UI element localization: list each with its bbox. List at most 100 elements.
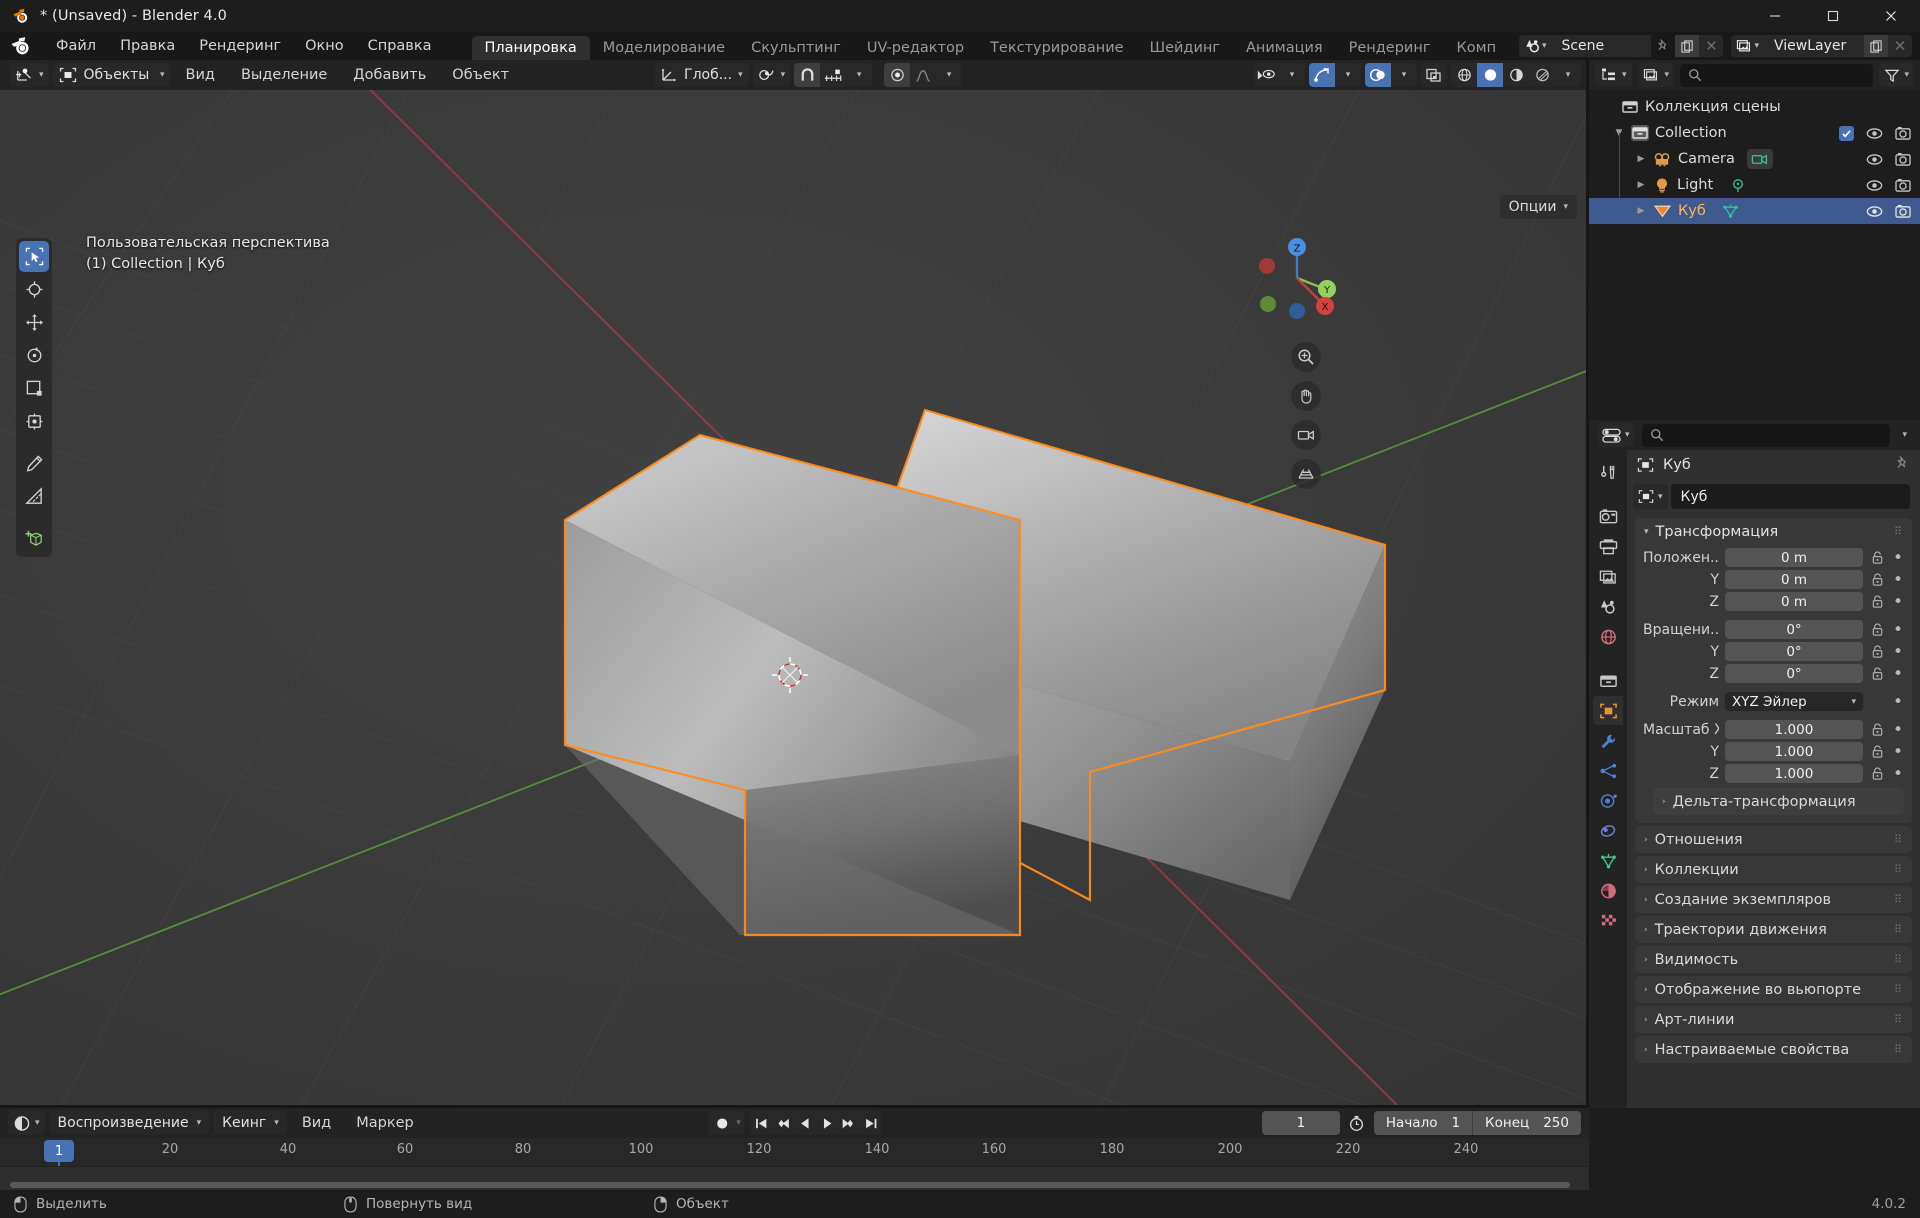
keying-dropdown[interactable]: Кеинг ▾ xyxy=(214,1111,287,1135)
end-frame-field[interactable]: Конец 250 xyxy=(1472,1111,1581,1135)
object-id-type-button[interactable]: ▾ xyxy=(1633,484,1668,509)
wireframe-shading-button[interactable] xyxy=(1451,63,1477,87)
outliner-row-scene-collection[interactable]: ▶ Коллекция сцены xyxy=(1589,94,1920,120)
object-visibility-button[interactable] xyxy=(1253,63,1279,87)
new-scene-button[interactable] xyxy=(1675,35,1700,57)
rotation-y-field[interactable]: 0° xyxy=(1725,642,1863,661)
viewport-menu-view[interactable]: Вид xyxy=(175,64,226,86)
menu-window[interactable]: Окно xyxy=(293,35,356,57)
viewport-display-chevron[interactable]: › xyxy=(1644,985,1648,995)
tab-uv-editing[interactable]: UV-редактор xyxy=(854,36,977,60)
light-disable-render-icon[interactable] xyxy=(1894,176,1912,194)
tab-texture-paint[interactable]: Текстурирование xyxy=(977,36,1137,60)
motion-paths-chevron[interactable]: › xyxy=(1644,925,1648,935)
timeline-editor-type-button[interactable]: ▾ xyxy=(8,1111,45,1135)
instancing-chevron[interactable]: › xyxy=(1644,895,1648,905)
relations-chevron[interactable]: › xyxy=(1644,835,1648,845)
xray-toggle[interactable] xyxy=(1421,63,1447,87)
tool-transform[interactable] xyxy=(19,406,49,437)
location-x-field[interactable]: 0 m xyxy=(1725,548,1863,567)
outliner-row-camera[interactable]: ▶ Camera xyxy=(1589,146,1920,172)
tab-material[interactable] xyxy=(1593,876,1623,905)
timeline-track-area[interactable] xyxy=(0,1166,1589,1190)
jump-to-start-button[interactable] xyxy=(750,1111,772,1135)
collection-exclude-checkbox[interactable] xyxy=(1839,125,1854,141)
tab-animation[interactable]: Анимация xyxy=(1233,36,1336,60)
playhead-indicator[interactable]: 1 xyxy=(44,1140,74,1162)
properties-options-dropdown[interactable]: ▾ xyxy=(1897,423,1912,447)
tool-rotate[interactable] xyxy=(19,340,49,371)
tool-add-cube[interactable] xyxy=(19,523,49,554)
tool-cursor[interactable] xyxy=(19,274,49,305)
light-data-chip[interactable] xyxy=(1725,175,1751,195)
blender-menu-icon[interactable] xyxy=(10,35,32,57)
scale-x-lock-icon[interactable] xyxy=(1869,722,1886,737)
tab-compositing[interactable]: Комп xyxy=(1443,36,1495,60)
collections-chevron[interactable]: › xyxy=(1644,865,1648,875)
viewport-nav-gizmo[interactable]: Z Y X xyxy=(1251,232,1343,324)
menu-render[interactable]: Рендеринг xyxy=(187,35,293,57)
viewlayer-selector[interactable]: ▾ ViewLayer ✕ xyxy=(1731,35,1912,57)
current-frame-field[interactable]: 1 xyxy=(1261,1111,1340,1135)
tab-sculpting[interactable]: Скульптинг xyxy=(738,36,854,60)
viewlayer-icon-button[interactable]: ▾ xyxy=(1731,35,1764,57)
location-y-field[interactable]: 0 m xyxy=(1725,570,1863,589)
trans-collapse-chevron[interactable]: ▾ xyxy=(1644,527,1649,537)
jump-to-end-button[interactable] xyxy=(860,1111,882,1135)
panel-custom-properties[interactable]: › Настраиваемые свойства ⠿ xyxy=(1635,1036,1912,1063)
location-z-lock-icon[interactable] xyxy=(1869,594,1886,609)
cube-expand-triangle[interactable]: ▶ xyxy=(1633,206,1649,216)
tab-render[interactable] xyxy=(1593,502,1623,531)
zoom-icon-button[interactable] xyxy=(1291,342,1321,372)
viewport-menu-add[interactable]: Добавить xyxy=(342,64,437,86)
panel-collections[interactable]: › Коллекции ⠿ xyxy=(1635,856,1912,883)
tab-layout[interactable]: Планировка xyxy=(471,36,590,60)
tab-modeling[interactable]: Моделирование xyxy=(590,36,738,60)
tab-texture[interactable] xyxy=(1593,906,1623,935)
cube-hide-viewport-icon[interactable] xyxy=(1865,202,1883,220)
tab-output[interactable] xyxy=(1593,532,1623,561)
camera-view-icon-button[interactable] xyxy=(1291,420,1321,450)
transform-panel-header[interactable]: ▾ Трансформация ⠿ xyxy=(1635,518,1912,545)
maximize-button[interactable] xyxy=(1804,0,1862,32)
auto-keying-dropdown[interactable]: ▾ xyxy=(736,1118,741,1128)
panel-visibility[interactable]: › Видимость ⠿ xyxy=(1635,946,1912,973)
tab-constraints[interactable] xyxy=(1593,816,1623,845)
outliner-filter-button[interactable]: ▾ xyxy=(1879,63,1914,87)
tool-annotate[interactable] xyxy=(19,448,49,479)
editor-type-button[interactable]: ▾ xyxy=(10,63,49,87)
scale-z-field[interactable]: 1.000 xyxy=(1725,764,1863,783)
panel-viewport-display[interactable]: › Отображение во вьюпорте ⠿ xyxy=(1635,976,1912,1003)
interaction-mode-selector[interactable]: Объекты ▾ xyxy=(52,63,171,87)
location-z-field[interactable]: 0 m xyxy=(1725,592,1863,611)
menu-help[interactable]: Справка xyxy=(356,35,444,57)
outliner-display-mode-button[interactable]: ▾ xyxy=(1637,63,1675,87)
panel-instancing[interactable]: › Создание экземпляров ⠿ xyxy=(1635,886,1912,913)
remove-scene-button[interactable]: ✕ xyxy=(1699,35,1724,57)
delta-transform-subpanel[interactable]: › Дельта-трансформация xyxy=(1653,788,1904,815)
collection-hide-viewport-icon[interactable] xyxy=(1865,124,1883,142)
viewport-menu-object[interactable]: Объект xyxy=(441,64,520,86)
snap-increment-button[interactable] xyxy=(820,63,846,87)
visibility-chevron[interactable]: › xyxy=(1644,955,1648,965)
viewport-options-button[interactable]: Опции ▾ xyxy=(1499,195,1577,219)
panel-line-art[interactable]: › Арт-линии ⠿ xyxy=(1635,1006,1912,1033)
cube-disable-render-icon[interactable] xyxy=(1894,202,1912,220)
outliner-row-collection[interactable]: ▼ Collection xyxy=(1589,120,1920,146)
timeline-menu-view[interactable]: Вид xyxy=(292,1112,341,1134)
tab-object[interactable] xyxy=(1593,696,1623,725)
scale-z-lock-icon[interactable] xyxy=(1869,766,1886,781)
location-y-lock-icon[interactable] xyxy=(1869,572,1886,587)
tab-rendering[interactable]: Рендеринг xyxy=(1336,36,1444,60)
rotation-x-field[interactable]: 0° xyxy=(1725,620,1863,639)
camera-disable-render-icon[interactable] xyxy=(1894,150,1912,168)
auto-keying-toggle[interactable] xyxy=(711,1111,733,1135)
start-frame-field[interactable]: Начало 1 xyxy=(1374,1111,1472,1135)
shading-dropdown[interactable]: ▾ xyxy=(1555,63,1581,87)
light-hide-viewport-icon[interactable] xyxy=(1865,176,1883,194)
play-reverse-button[interactable] xyxy=(794,1111,816,1135)
light-expand-triangle[interactable]: ▶ xyxy=(1633,180,1649,190)
timeline-horizontal-scrollbar[interactable] xyxy=(10,1182,1570,1188)
snap-dropdown[interactable]: ▾ xyxy=(846,63,872,87)
cube-data-chip[interactable] xyxy=(1718,201,1744,221)
